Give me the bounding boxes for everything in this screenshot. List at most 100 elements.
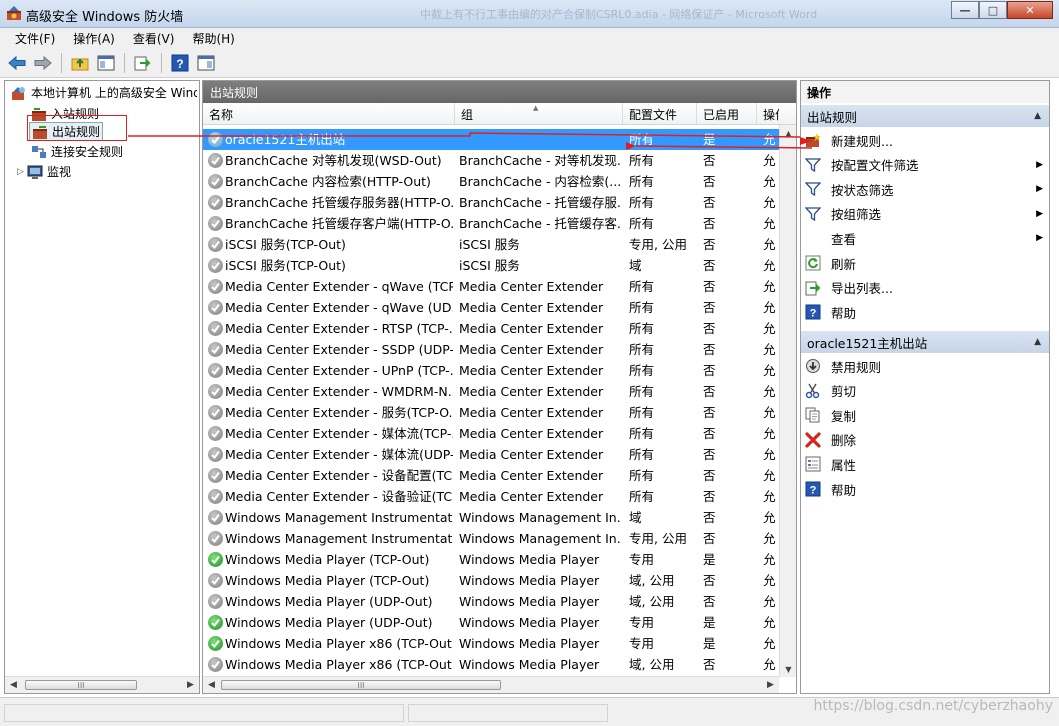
tree-item-connection-security-rules[interactable]: 连接安全规则 xyxy=(31,143,123,160)
table-row[interactable]: Media Center Extender - 服务(TCP-O... Media… xyxy=(203,402,796,423)
rule-profile-cell: 所有 xyxy=(629,426,655,441)
action-item[interactable]: 属性 xyxy=(805,453,1047,475)
column-header-profile[interactable]: 配置文件 xyxy=(623,103,697,125)
rule-enabled-cell: 否 xyxy=(703,237,716,252)
expand-arrow-icon[interactable]: ▷ xyxy=(17,167,27,177)
table-row[interactable]: BranchCache 对等机发现(WSD-Out) BranchCache - … xyxy=(203,150,796,171)
collapse-up-icon[interactable]: ▲ xyxy=(1034,111,1041,121)
table-row[interactable]: oracle1521主机出站 所有 是 允 xyxy=(203,129,796,150)
table-row[interactable]: Media Center Extender - qWave (UD... Medi… xyxy=(203,297,796,318)
rule-profile-cell: 专用, 公用 xyxy=(629,237,687,252)
rule-group-cell: Windows Media Player xyxy=(459,594,600,609)
rule-group-cell: Media Center Extender xyxy=(459,426,604,441)
submenu-arrow-icon: ▶ xyxy=(1036,184,1043,195)
toolbar: ? xyxy=(0,48,1059,78)
up-folder-icon[interactable] xyxy=(69,52,91,74)
rule-action-cell: 允 xyxy=(763,279,776,294)
actions-section-outbound-rules[interactable]: 出站规则 ▲ xyxy=(801,105,1049,127)
maximize-button[interactable]: □ xyxy=(979,1,1007,19)
action-item[interactable]: ? 帮助 xyxy=(805,301,1047,323)
rule-group-cell: Media Center Extender xyxy=(459,447,604,462)
table-row[interactable]: Windows Management Instrumentati... Windo… xyxy=(203,507,796,528)
menu-action[interactable]: 操作(A) xyxy=(64,30,124,47)
action-item[interactable]: ? 帮助 xyxy=(805,478,1047,500)
rule-group-cell: iSCSI 服务 xyxy=(459,237,520,252)
table-row[interactable]: Media Center Extender - RTSP (TCP-... Med… xyxy=(203,318,796,339)
column-header-enabled[interactable]: 已启用 xyxy=(697,103,757,125)
rules-horizontal-scrollbar[interactable]: ◀ III ▶ xyxy=(203,676,779,693)
rule-name-cell: Windows Media Player (UDP-Out) xyxy=(225,615,433,630)
table-row[interactable]: Media Center Extender - SSDP (UDP-... Med… xyxy=(203,339,796,360)
table-row[interactable]: Windows Management Instrumentati... Windo… xyxy=(203,528,796,549)
action-item[interactable]: 新建规则... xyxy=(805,129,1047,151)
table-row[interactable]: Media Center Extender - qWave (TCP... Med… xyxy=(203,276,796,297)
table-row[interactable]: iSCSI 服务(TCP-Out) iSCSI 服务 专用, 公用 否 允 xyxy=(203,234,796,255)
table-row[interactable]: BranchCache 托管缓存服务器(HTTP-O... BranchCache… xyxy=(203,192,796,213)
title-bar[interactable]: 高级安全 Windows 防火墙 中截上有不行工事由编的对产合保制CSRL0.a… xyxy=(0,0,1059,28)
action-item[interactable]: 剪切 xyxy=(805,380,1047,402)
table-row[interactable]: Windows Media Player x86 (TCP-Out) Window… xyxy=(203,633,796,654)
action-item[interactable]: 导出列表... xyxy=(805,277,1047,299)
table-row[interactable]: BranchCache 托管缓存客户端(HTTP-O... BranchCache… xyxy=(203,213,796,234)
scroll-right-icon[interactable]: ▶ xyxy=(182,677,199,693)
menu-help[interactable]: 帮助(H) xyxy=(183,30,243,47)
rule-disabled-check-icon xyxy=(208,258,223,273)
action-item[interactable]: 禁用规则 xyxy=(805,355,1047,377)
table-row[interactable]: Media Center Extender - 设备配置(TC... Media … xyxy=(203,465,796,486)
scrollbar-thumb[interactable]: III xyxy=(25,680,137,690)
rule-action-cell: 允 xyxy=(763,195,776,210)
scroll-down-icon[interactable]: ▼ xyxy=(780,661,796,677)
action-item[interactable]: 复制 xyxy=(805,404,1047,426)
table-row[interactable]: Windows Media Player (TCP-Out) Windows Me… xyxy=(203,549,796,570)
menu-file[interactable]: 文件(F) xyxy=(6,30,64,47)
tree-horizontal-scrollbar[interactable]: ◀ III ▶ xyxy=(5,676,199,693)
column-header-group[interactable]: 组 xyxy=(455,103,623,125)
action-item[interactable]: 按组筛选 ▶ xyxy=(805,203,1047,225)
table-row[interactable]: iSCSI 服务(TCP-Out) iSCSI 服务 域 否 允 xyxy=(203,255,796,276)
forward-icon[interactable] xyxy=(32,52,54,74)
action-item[interactable]: 查看 ▶ xyxy=(805,227,1047,249)
table-row[interactable]: Windows Media Player (UDP-Out) Windows Me… xyxy=(203,612,796,633)
copy-icon xyxy=(805,407,821,423)
collapse-up-icon[interactable]: ▲ xyxy=(1034,337,1041,347)
show-hide-tree-icon[interactable] xyxy=(95,52,117,74)
action-item[interactable]: 删除 xyxy=(805,429,1047,451)
scroll-right-icon[interactable]: ▶ xyxy=(762,677,779,693)
rules-vertical-scrollbar[interactable]: ▲ ▼ xyxy=(779,125,796,677)
rule-profile-cell: 所有 xyxy=(629,489,655,504)
help-icon[interactable]: ? xyxy=(169,52,191,74)
column-header-action[interactable]: 操作 xyxy=(757,103,779,125)
table-row[interactable]: Media Center Extender - 设备验证(TC... Media … xyxy=(203,486,796,507)
action-item[interactable]: 按状态筛选 ▶ xyxy=(805,178,1047,200)
tree-item-monitoring[interactable]: ▷ 监视 xyxy=(17,163,71,180)
section-header-label: oracle1521主机出站 xyxy=(807,335,928,351)
table-row[interactable]: Media Center Extender - 媒体流(TCP-... Media… xyxy=(203,423,796,444)
table-row[interactable]: Media Center Extender - WMDRM-N... Media … xyxy=(203,381,796,402)
column-header-name[interactable]: 名称 xyxy=(203,103,455,125)
table-row[interactable]: Windows Media Player x86 (TCP-Out) Window… xyxy=(203,654,796,675)
scroll-left-icon[interactable]: ◀ xyxy=(203,677,220,693)
export-icon[interactable] xyxy=(132,52,154,74)
table-row[interactable]: Windows Media Player (TCP-Out) Windows Me… xyxy=(203,570,796,591)
rule-disabled-check-icon xyxy=(208,342,223,357)
action-item[interactable]: 按配置文件筛选 ▶ xyxy=(805,154,1047,176)
submenu-arrow-icon: ▶ xyxy=(1036,233,1043,244)
table-row[interactable]: Media Center Extender - UPnP (TCP-... Med… xyxy=(203,360,796,381)
tree-root[interactable]: 本地计算机 上的高级安全 Windows 防火墙 xyxy=(11,84,197,101)
rule-disabled-check-icon xyxy=(208,384,223,399)
show-action-pane-icon[interactable] xyxy=(195,52,217,74)
table-row[interactable]: Windows Media Player (UDP-Out) Windows Me… xyxy=(203,591,796,612)
rule-enabled-cell: 是 xyxy=(703,132,716,147)
minimize-button[interactable]: — xyxy=(951,1,979,19)
actions-section-selected-rule[interactable]: oracle1521主机出站 ▲ xyxy=(801,331,1049,353)
menu-view[interactable]: 查看(V) xyxy=(124,30,184,47)
close-button[interactable]: ✕ xyxy=(1007,1,1053,19)
scroll-left-icon[interactable]: ◀ xyxy=(5,677,22,693)
scrollbar-thumb[interactable]: III xyxy=(221,680,501,690)
rule-profile-cell: 域, 公用 xyxy=(629,594,675,609)
action-item[interactable]: 刷新 xyxy=(805,252,1047,274)
table-row[interactable]: Media Center Extender - 媒体流(UDP-... Media… xyxy=(203,444,796,465)
table-row[interactable]: BranchCache 内容检索(HTTP-Out) BranchCache - … xyxy=(203,171,796,192)
back-icon[interactable] xyxy=(6,52,28,74)
scroll-up-icon[interactable]: ▲ xyxy=(780,125,796,141)
